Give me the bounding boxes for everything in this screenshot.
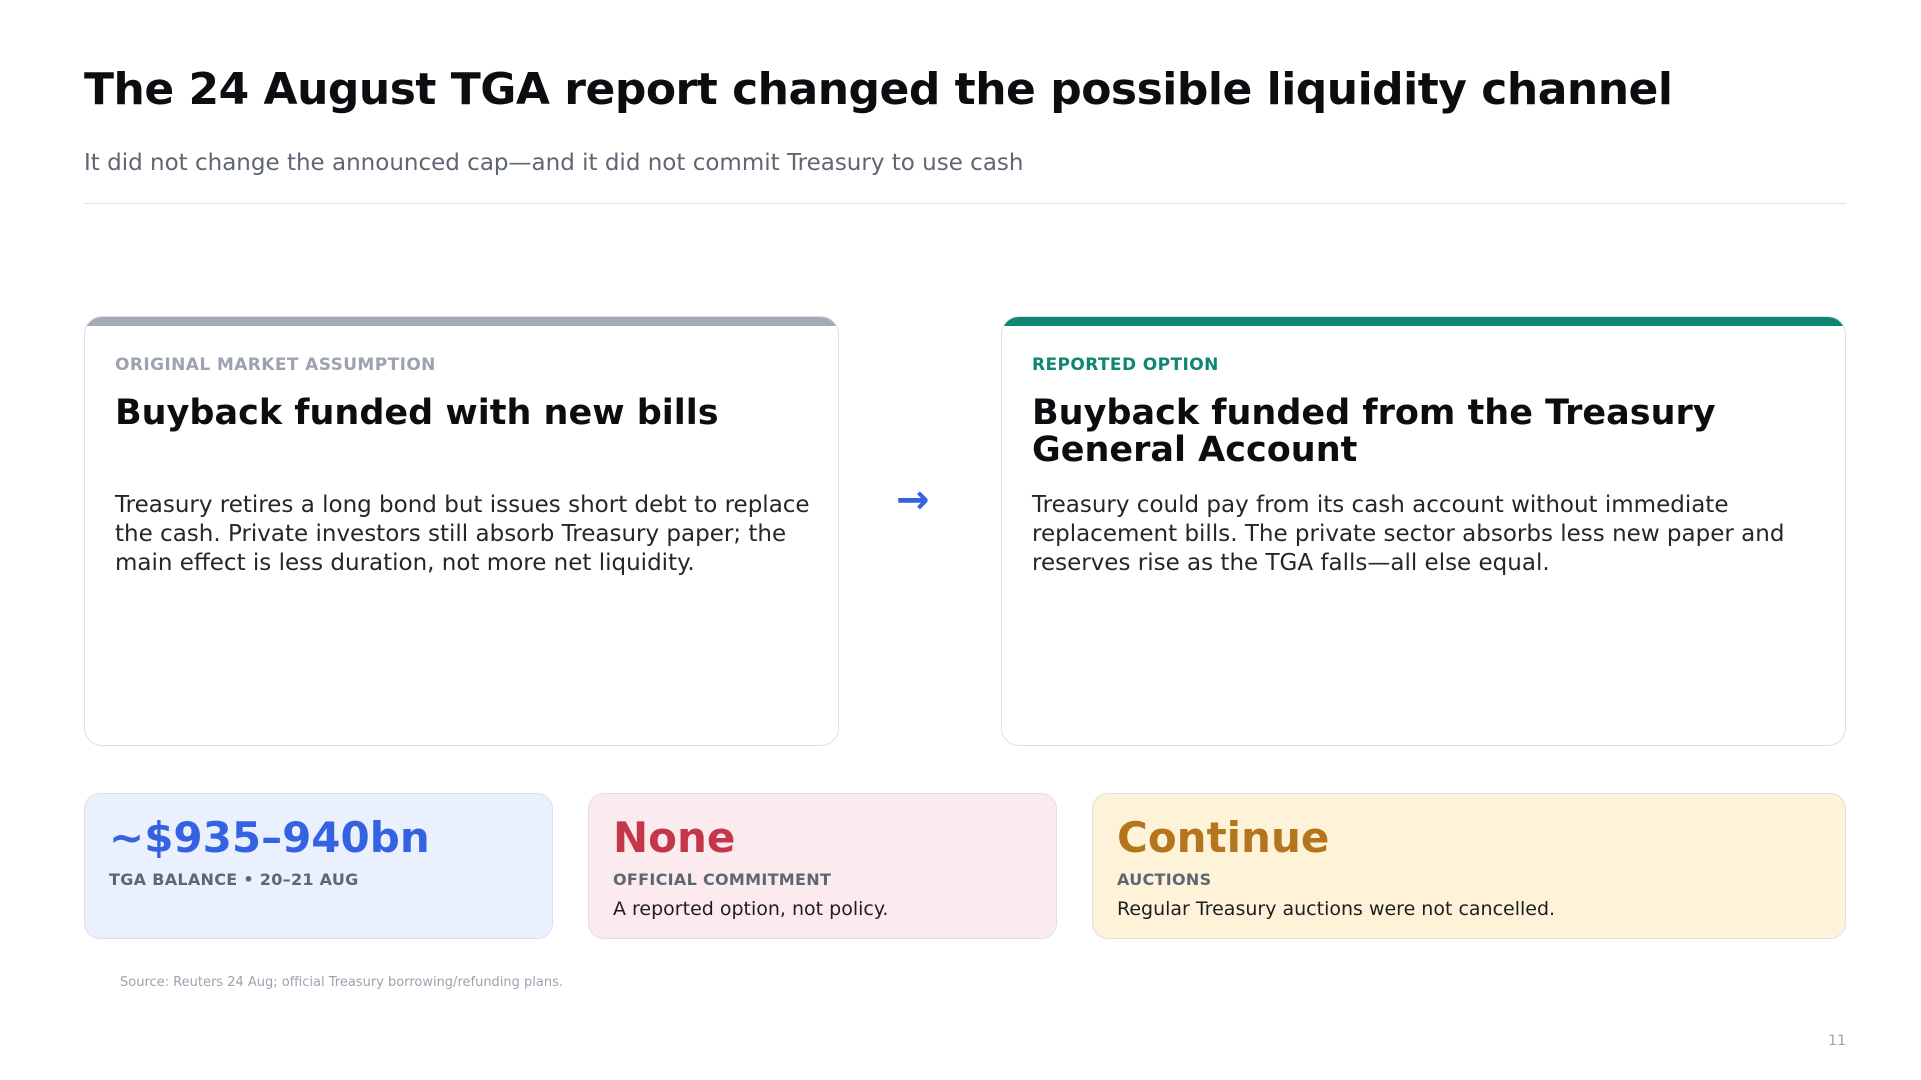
stat-value: None	[613, 813, 736, 862]
page-title: The 24 August TGA report changed the pos…	[84, 64, 1673, 115]
card-accent-bar	[85, 317, 838, 326]
card-tag: REPORTED OPTION	[1032, 355, 1219, 375]
card-tag: ORIGINAL MARKET ASSUMPTION	[115, 355, 436, 375]
source-note: Source: Reuters 24 Aug; official Treasur…	[120, 975, 564, 990]
stat-label: TGA BALANCE • 20–21 AUG	[109, 870, 359, 889]
original-assumption-card: ORIGINAL MARKET ASSUMPTION Buyback funde…	[84, 316, 839, 746]
card-body: Treasury retires a long bond but issues …	[115, 492, 810, 576]
stat-tga-balance: ~$935–940bn TGA BALANCE • 20–21 AUG	[84, 793, 553, 939]
reported-option-card: REPORTED OPTION Buyback funded from the …	[1001, 316, 1846, 746]
stat-note: Regular Treasury auctions were not cance…	[1117, 898, 1556, 920]
stat-label: OFFICIAL COMMITMENT	[613, 870, 832, 889]
card-heading: Buyback funded from the Treasury General…	[1032, 393, 1716, 470]
stat-note: A reported option, not policy.	[613, 898, 889, 920]
card-accent-bar	[1002, 317, 1845, 326]
stat-value: Continue	[1117, 813, 1330, 862]
arrow-right-icon: →	[896, 477, 930, 523]
header-divider	[84, 203, 1846, 204]
stat-label: AUCTIONS	[1117, 870, 1212, 889]
stat-value: ~$935–940bn	[109, 813, 430, 862]
card-body: Treasury could pay from its cash account…	[1032, 492, 1785, 576]
card-heading: Buyback funded with new bills	[115, 393, 719, 433]
stat-official-commitment: None OFFICIAL COMMITMENT A reported opti…	[588, 793, 1057, 939]
page-subtitle: It did not change the announced cap—and …	[84, 150, 1024, 176]
stat-auctions: Continue AUCTIONS Regular Treasury aucti…	[1092, 793, 1846, 939]
page-number: 11	[1828, 1033, 1846, 1049]
